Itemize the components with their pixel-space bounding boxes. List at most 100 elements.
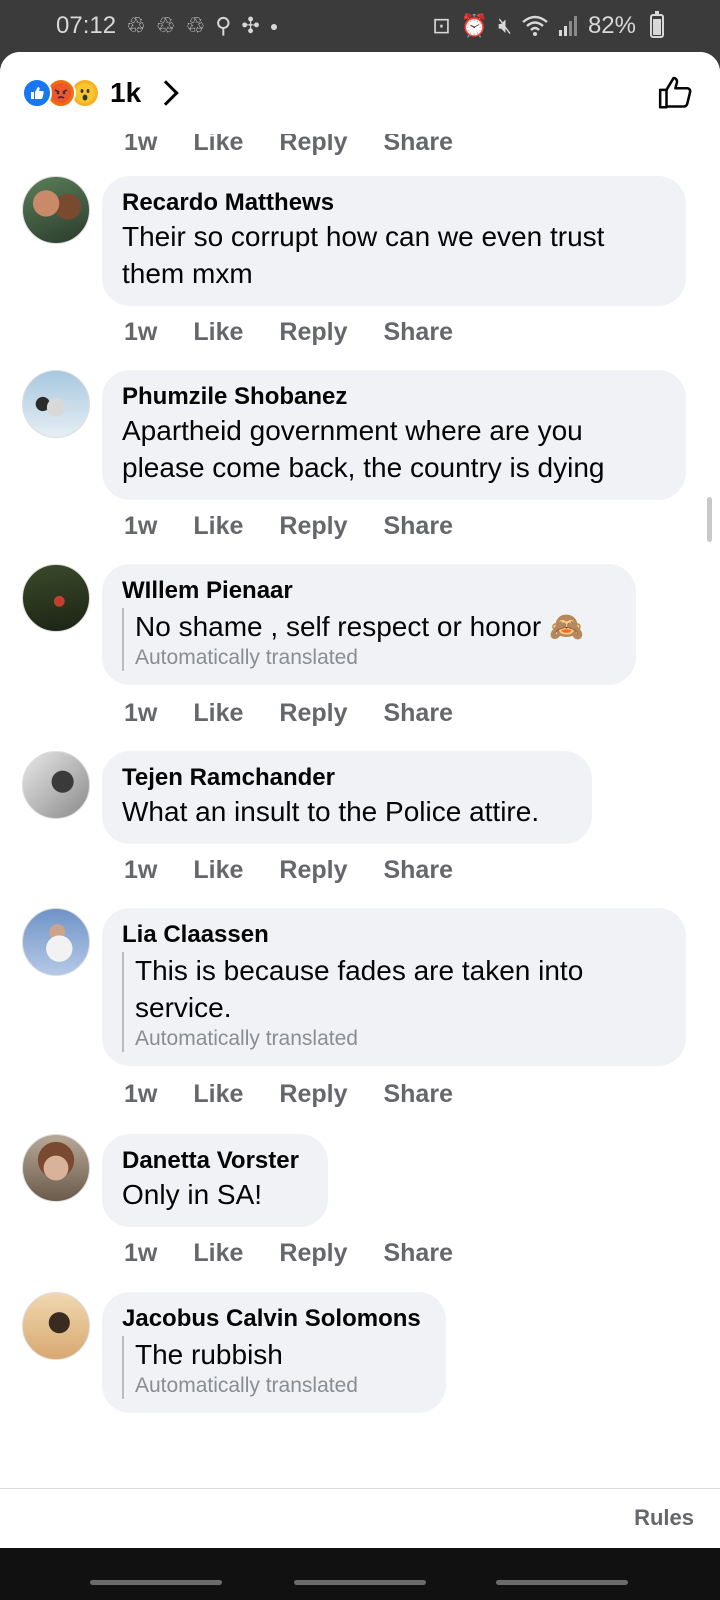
comment-text: Their so corrupt how can we even trust t… (122, 221, 605, 289)
comment-author[interactable]: Lia Claassen (122, 920, 666, 950)
comment-time: 1w (124, 512, 158, 540)
chevron-right-icon (153, 80, 179, 106)
translation-block: The rubbish Automatically translated (122, 1336, 426, 1399)
comment-author[interactable]: Tejen Ramchander (122, 763, 572, 793)
reply-link[interactable]: Reply (279, 512, 347, 541)
reaction-count: 1k (110, 77, 142, 108)
status-right: ⊡ ⏰ 🔇︎ 82% (432, 11, 664, 40)
like-link[interactable]: Like (193, 1239, 243, 1268)
like-link[interactable]: Like (193, 699, 243, 728)
share-link[interactable]: Share (383, 512, 452, 541)
comment-actions: 1w Like Reply Share (124, 699, 453, 728)
battery-fill (653, 18, 661, 35)
recycle-icon: ♲ (126, 13, 146, 38)
back-button[interactable] (496, 1580, 628, 1585)
system-nav-bar (0, 1548, 720, 1600)
recents-button[interactable] (90, 1580, 222, 1585)
scrollbar-thumb[interactable] (707, 497, 712, 542)
like-link[interactable]: Like (193, 1080, 243, 1109)
reaction-summary[interactable]: 1k (22, 77, 179, 109)
like-link[interactable]: Like (193, 134, 243, 157)
comment-time: 1w (124, 856, 158, 884)
comment-actions: 1w Like Reply Share (124, 134, 453, 157)
comment-time: 1w (124, 134, 158, 156)
battery-percent: 82% (587, 12, 636, 39)
dot-icon: ● (269, 18, 279, 34)
share-link[interactable]: Share (383, 699, 452, 728)
comment-actions: 1w Like Reply Share (124, 318, 453, 347)
reply-link[interactable]: Reply (279, 1239, 347, 1268)
recycle-icon: ♲ (155, 13, 176, 38)
avatar[interactable] (22, 1134, 90, 1202)
comment-time: 1w (124, 699, 158, 727)
comment-bubble[interactable]: Lia Claassen This is because fades are t… (102, 908, 686, 1066)
comment-actions: 1w Like Reply Share (124, 856, 453, 885)
avatar[interactable] (22, 370, 90, 438)
comment-bubble[interactable]: Tejen Ramchander What an insult to the P… (102, 751, 592, 844)
auto-translated-label[interactable]: Automatically translated (135, 645, 616, 671)
comment-actions: 1w Like Reply Share (124, 1239, 453, 1268)
comment-author[interactable]: WIllem Pienaar (122, 576, 616, 606)
reply-link[interactable]: Reply (279, 699, 347, 728)
auto-translated-label[interactable]: Automatically translated (135, 1026, 666, 1052)
comment-bubble[interactable]: WIllem Pienaar No shame , self respect o… (102, 564, 636, 685)
reply-link[interactable]: Reply (279, 318, 347, 347)
translation-block: This is because fades are taken into ser… (122, 952, 666, 1052)
signal-icon (558, 16, 577, 36)
fan-icon: ✣ (241, 13, 260, 38)
comment-text: Apartheid government where are you pleas… (122, 415, 605, 483)
comment-time: 1w (124, 1080, 158, 1108)
comment-actions: 1w Like Reply Share (124, 512, 453, 541)
comments-sheet: 1k 1w Like Reply Share Recardo Matthews … (0, 52, 720, 1600)
avatar[interactable] (22, 564, 90, 632)
share-link[interactable]: Share (383, 134, 452, 157)
clock: 07:12 (56, 12, 117, 39)
bag-icon: ⚲ (215, 13, 232, 38)
share-link[interactable]: Share (383, 1239, 452, 1268)
lock-icon: ⊡ (432, 13, 451, 38)
comment-text: The rubbish (135, 1339, 283, 1370)
status-bar: 07:12 ♲ ♲ ♲ ⚲ ✣ ● ⊡ ⏰ 🔇︎ 82% (0, 0, 720, 52)
alarm-icon: ⏰ (460, 13, 489, 38)
comment-time: 1w (124, 318, 158, 346)
comment-author[interactable]: Phumzile Shobanez (122, 382, 666, 412)
comment-bubble[interactable]: Recardo Matthews Their so corrupt how ca… (102, 176, 686, 306)
comment-text: What an insult to the Police attire. (122, 796, 540, 827)
recycle-icon: ♲ (185, 13, 206, 38)
comment-author[interactable]: Recardo Matthews (122, 188, 666, 218)
avatar[interactable] (22, 908, 90, 976)
share-link[interactable]: Share (383, 1080, 452, 1109)
comment-actions: 1w Like Reply Share (124, 1080, 453, 1109)
reply-link[interactable]: Reply (279, 134, 347, 157)
avatar[interactable] (22, 1292, 90, 1360)
share-link[interactable]: Share (383, 318, 452, 347)
translation-block: No shame , self respect or honor 🙈 Autom… (122, 608, 616, 671)
reply-link[interactable]: Reply (279, 1080, 347, 1109)
comment-bubble[interactable]: Phumzile Shobanez Apartheid government w… (102, 370, 686, 500)
home-button[interactable] (294, 1580, 426, 1585)
auto-translated-label[interactable]: Automatically translated (135, 1373, 426, 1399)
avatar[interactable] (22, 751, 90, 819)
like-link[interactable]: Like (193, 318, 243, 347)
thumbs-up-icon (658, 76, 692, 109)
comment-author[interactable]: Jacobus Calvin Solomons (122, 1304, 426, 1334)
like-link[interactable]: Like (193, 512, 243, 541)
comment-text: This is because fades are taken into ser… (135, 955, 584, 1023)
mute-icon: 🔇︎ (498, 13, 512, 38)
avatar[interactable] (22, 176, 90, 244)
rules-link[interactable]: Rules (634, 1505, 694, 1531)
comment-bubble[interactable]: Danetta Vorster Only in SA! (102, 1134, 328, 1227)
sheet-header: 1k (0, 52, 720, 134)
comment-author[interactable]: Danetta Vorster (122, 1146, 308, 1176)
like-post-button[interactable] (654, 71, 698, 115)
comment-text: Only in SA! (122, 1179, 263, 1210)
reply-link[interactable]: Reply (279, 856, 347, 885)
share-link[interactable]: Share (383, 856, 452, 885)
like-link[interactable]: Like (193, 856, 243, 885)
wifi-icon (522, 15, 548, 36)
comment-list: 1w Like Reply Share Recardo Matthews The… (0, 134, 720, 1488)
comment-text: No shame , self respect or honor 🙈 (135, 611, 584, 642)
status-left: 07:12 ♲ ♲ ♲ ⚲ ✣ ● (56, 12, 278, 40)
battery-icon (650, 11, 664, 38)
comment-bubble[interactable]: Jacobus Calvin Solomons The rubbish Auto… (102, 1292, 446, 1413)
